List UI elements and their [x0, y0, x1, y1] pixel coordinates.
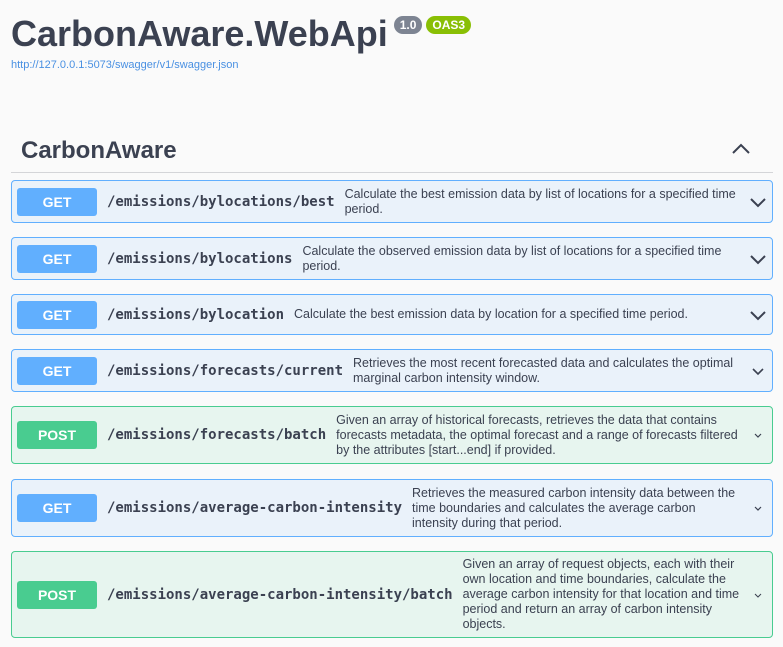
method-badge: GET — [17, 494, 97, 522]
operation-summary: Retrieves the measured carbon intensity … — [412, 485, 736, 530]
chevron-down-icon[interactable] — [748, 196, 768, 208]
tag-section-header[interactable]: CarbonAware — [11, 127, 773, 173]
method-badge: POST — [17, 580, 97, 609]
operation-get-bylocations-best[interactable]: GET /emissions/bylocations/best Calculat… — [11, 180, 773, 223]
operation-get-average-carbon-intensity[interactable]: GET /emissions/average-carbon-intensity … — [11, 479, 773, 537]
operation-summary: Calculate the observed emission data by … — [302, 243, 722, 273]
operation-get-forecasts-current[interactable]: GET /emissions/forecasts/current Retriev… — [11, 349, 773, 392]
oas-badge: OAS3 — [426, 16, 472, 34]
chevron-down-icon[interactable] — [748, 366, 768, 376]
spec-url-link[interactable]: http://127.0.0.1:5073/swagger/v1/swagger… — [11, 59, 471, 71]
operation-path: /emissions/bylocations — [107, 250, 293, 267]
operation-summary: Retrieves the most recent forecasted dat… — [353, 355, 734, 385]
method-badge: GET — [17, 356, 97, 385]
operation-summary: Calculate the best emission data by list… — [344, 186, 736, 216]
operation-path: /emissions/forecasts/batch — [107, 427, 327, 443]
operation-post-average-carbon-intensity-batch[interactable]: POST /emissions/average-carbon-intensity… — [11, 551, 773, 638]
operation-path: /emissions/average-carbon-intensity — [107, 500, 403, 516]
chevron-down-icon[interactable] — [748, 309, 768, 321]
method-badge: POST — [17, 421, 97, 449]
chevron-down-icon[interactable] — [748, 253, 768, 265]
version-badge: 1.0 — [393, 16, 423, 34]
method-badge: GET — [17, 187, 97, 216]
operation-get-bylocations[interactable]: GET /emissions/bylocations Calculate the… — [11, 237, 773, 280]
operation-path: /emissions/bylocation — [107, 306, 285, 323]
title-row: CarbonAware.WebApi 1.0 OAS3 — [11, 10, 472, 58]
operation-summary: Calculate the best emission data by loca… — [294, 307, 688, 321]
operation-path: /emissions/average-carbon-intensity/batc… — [107, 586, 453, 603]
operation-summary: Given an array of request objects, each … — [462, 557, 740, 631]
chevron-down-icon[interactable] — [748, 504, 768, 512]
operation-path: /emissions/forecasts/current — [107, 362, 344, 379]
api-info: CarbonAware.WebApi 1.0 OAS3 http://127.0… — [11, 10, 472, 71]
chevron-down-icon[interactable] — [748, 431, 768, 439]
operation-post-forecasts-batch[interactable]: POST /emissions/forecasts/batch Given an… — [11, 406, 773, 464]
chevron-up-icon[interactable] — [729, 139, 753, 159]
method-badge: GET — [17, 244, 97, 273]
operation-get-bylocation[interactable]: GET /emissions/bylocation Calculate the … — [11, 294, 773, 335]
method-badge: GET — [17, 300, 97, 329]
operation-summary: Given an array of historical forecasts, … — [336, 412, 738, 457]
chevron-down-icon[interactable] — [748, 592, 768, 598]
api-title: CarbonAware.WebApi — [11, 13, 388, 54]
tag-name: CarbonAware — [21, 137, 177, 164]
operation-path: /emissions/bylocations/best — [107, 193, 335, 210]
